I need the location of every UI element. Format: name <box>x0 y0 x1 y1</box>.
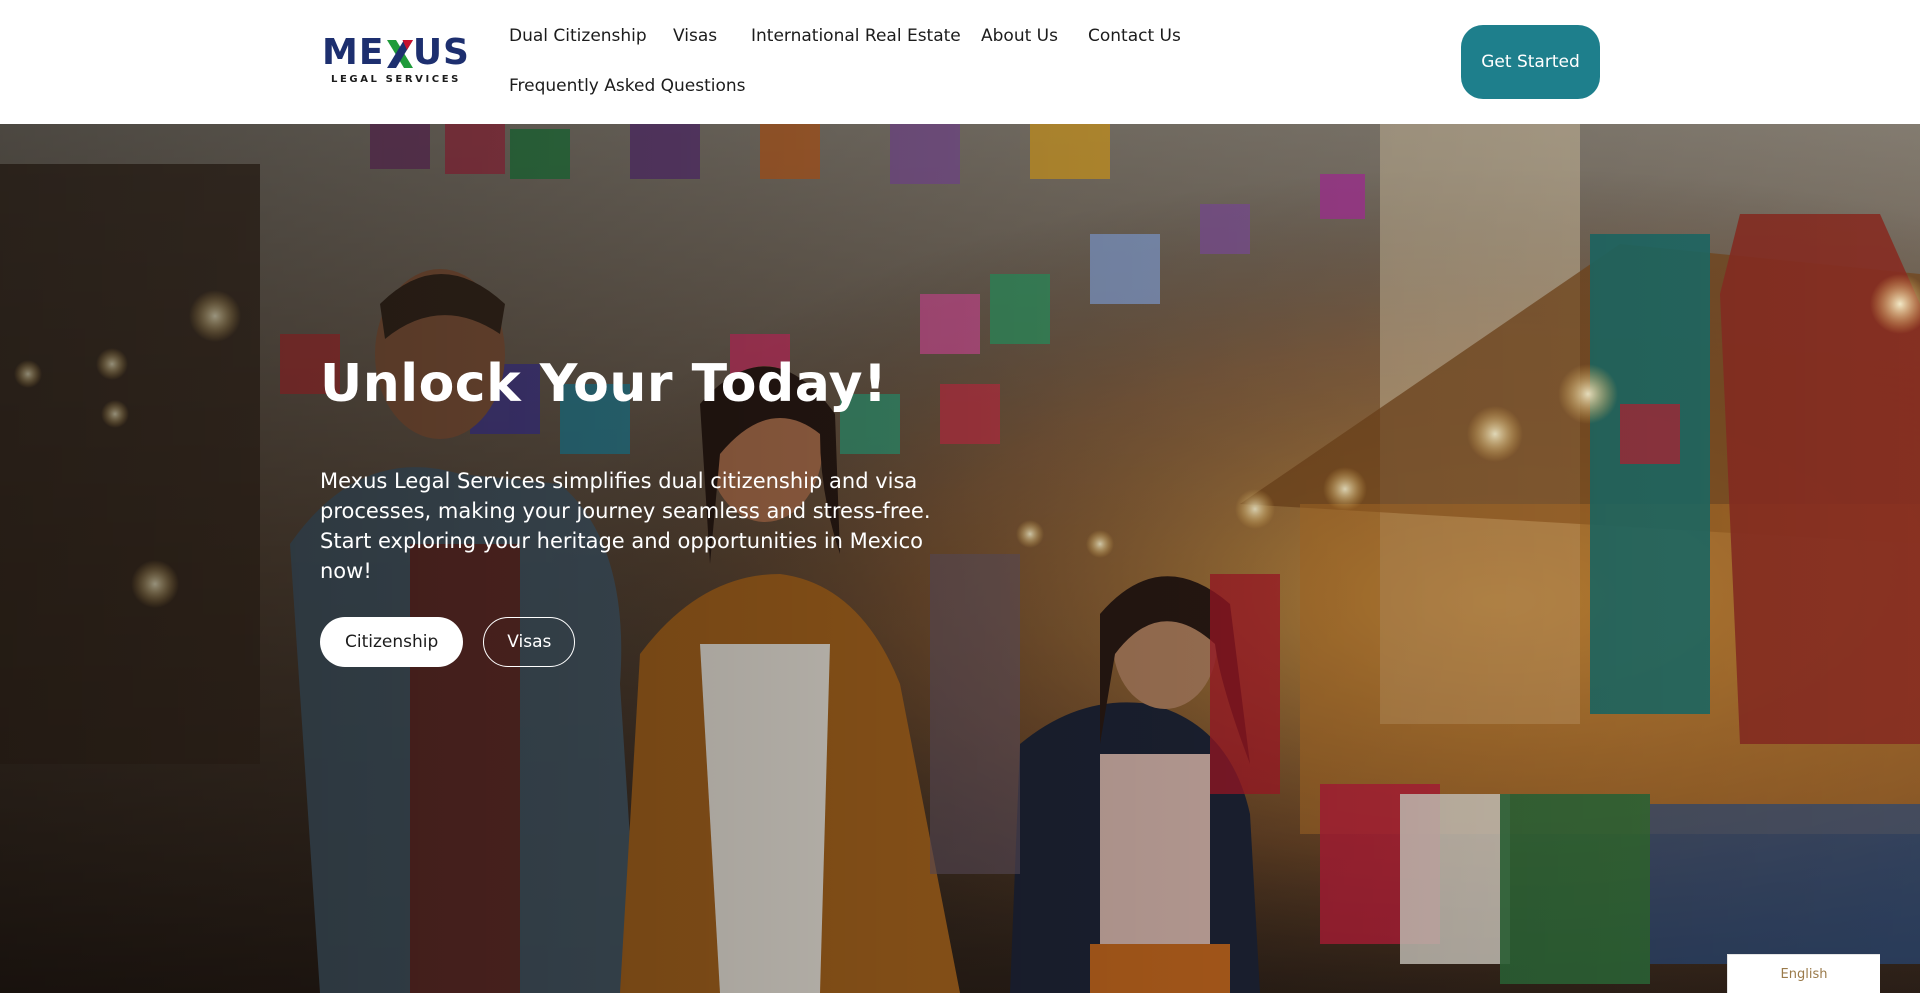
hero-description: Mexus Legal Services simplifies dual cit… <box>320 469 931 583</box>
logo-text-right: US <box>412 32 470 73</box>
hero-buttons: Citizenship Visas <box>320 617 576 667</box>
mexus-logo[interactable]: ME US LEGAL SERVICES <box>322 32 470 88</box>
main-navigation: Dual Citizenship Visas International Rea… <box>509 0 1229 124</box>
nav-visas[interactable]: Visas <box>673 25 717 47</box>
logo-x-icon <box>384 36 414 70</box>
logo-subtitle: LEGAL SERVICES <box>331 74 461 85</box>
nav-international-real-estate[interactable]: International Real Estate <box>751 25 961 47</box>
logo-wordmark: ME US <box>322 32 470 73</box>
language-selector[interactable]: English <box>1727 954 1880 993</box>
visas-button[interactable]: Visas <box>483 617 576 667</box>
site-header: ME US LEGAL SERVICES Dual Citizenship Vi… <box>0 0 1920 124</box>
nav-dual-citizenship[interactable]: Dual Citizenship <box>509 25 647 47</box>
nav-contact-us[interactable]: Contact Us <box>1088 25 1181 47</box>
nav-faq[interactable]: Frequently Asked Questions <box>509 75 746 97</box>
hero-title: Unlock Your Today! <box>320 354 888 414</box>
nav-about-us[interactable]: About Us <box>981 25 1058 47</box>
get-started-button[interactable]: Get Started <box>1461 25 1600 99</box>
citizenship-button[interactable]: Citizenship <box>320 617 464 667</box>
logo-text-left: ME <box>322 32 385 73</box>
hero-section: Unlock Your Today! Mexus Legal Services … <box>0 124 1920 993</box>
